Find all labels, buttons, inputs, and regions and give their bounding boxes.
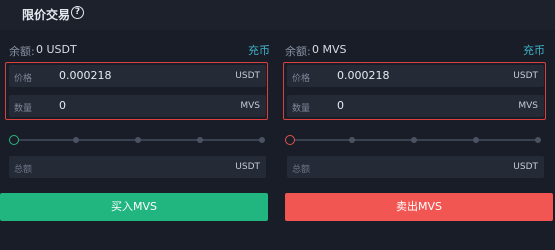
buy-price-unit: USDT [235, 71, 260, 81]
sell-amount-field[interactable]: 数量 0 MVS [287, 95, 544, 117]
buy-price-label: 价格 [14, 74, 33, 84]
sell-panel: 余额: 0 MVS 充币 价格 0.000218 USDT 数量 0 MVS 总… [283, 30, 555, 250]
page-title: 限价交易 [22, 8, 71, 22]
buy-amount-label: 数量 [14, 104, 33, 114]
sell-amount-value: 0 [337, 99, 344, 112]
sell-slider-handle[interactable] [285, 135, 295, 145]
sell-price-unit: USDT [513, 71, 538, 81]
buy-total-field[interactable]: 总额 USDT [9, 156, 266, 178]
sell-amount-unit: MVS [518, 101, 538, 111]
buy-slider-stop-75[interactable] [197, 137, 203, 143]
buy-deposit-link[interactable]: 充币 [248, 42, 270, 58]
sell-total-label: 总额 [292, 165, 311, 175]
sell-total-field[interactable]: 总额 USDT [287, 156, 544, 178]
buy-slider-stop-25[interactable] [73, 137, 79, 143]
sell-price-label: 价格 [292, 74, 311, 84]
buy-total-label: 总额 [14, 165, 33, 175]
buy-slider-handle[interactable] [9, 135, 19, 145]
sell-button[interactable]: 卖出MVS [285, 193, 553, 221]
sell-slider-stop-25[interactable] [349, 137, 355, 143]
buy-amount-unit: MVS [240, 101, 260, 111]
sell-price-field[interactable]: 价格 0.000218 USDT [287, 65, 544, 87]
buy-price-field[interactable]: 价格 0.000218 USDT [9, 65, 266, 87]
buy-percent-slider[interactable] [9, 134, 266, 146]
sell-balance-label: 余额: [285, 45, 311, 58]
sell-slider-stop-50[interactable] [411, 137, 417, 143]
buy-amount-field[interactable]: 数量 0 MVS [9, 95, 266, 117]
help-icon[interactable]: ? [71, 6, 84, 19]
sell-slider-stop-75[interactable] [473, 137, 479, 143]
sell-price-value: 0.000218 [337, 69, 390, 82]
buy-total-unit: USDT [235, 162, 260, 172]
sell-total-unit: USDT [513, 162, 538, 172]
buy-balance-value: 0 USDT [36, 43, 77, 56]
sell-balance-value: 0 MVS [312, 43, 347, 56]
buy-slider-stop-50[interactable] [135, 137, 141, 143]
buy-amount-value: 0 [59, 99, 66, 112]
buy-button[interactable]: 买入MVS [0, 193, 268, 221]
sell-slider-stop-100[interactable] [535, 137, 541, 143]
buy-balance-label: 余额: [9, 45, 35, 58]
sell-percent-slider[interactable] [285, 134, 542, 146]
buy-slider-stop-100[interactable] [259, 137, 265, 143]
sell-amount-label: 数量 [292, 104, 311, 114]
header-bar: 限价交易 ? [0, 0, 555, 30]
sell-deposit-link[interactable]: 充币 [523, 42, 545, 58]
buy-panel: 余额: 0 USDT 充币 价格 0.000218 USDT 数量 0 MVS … [0, 30, 270, 250]
buy-price-value: 0.000218 [59, 69, 112, 82]
